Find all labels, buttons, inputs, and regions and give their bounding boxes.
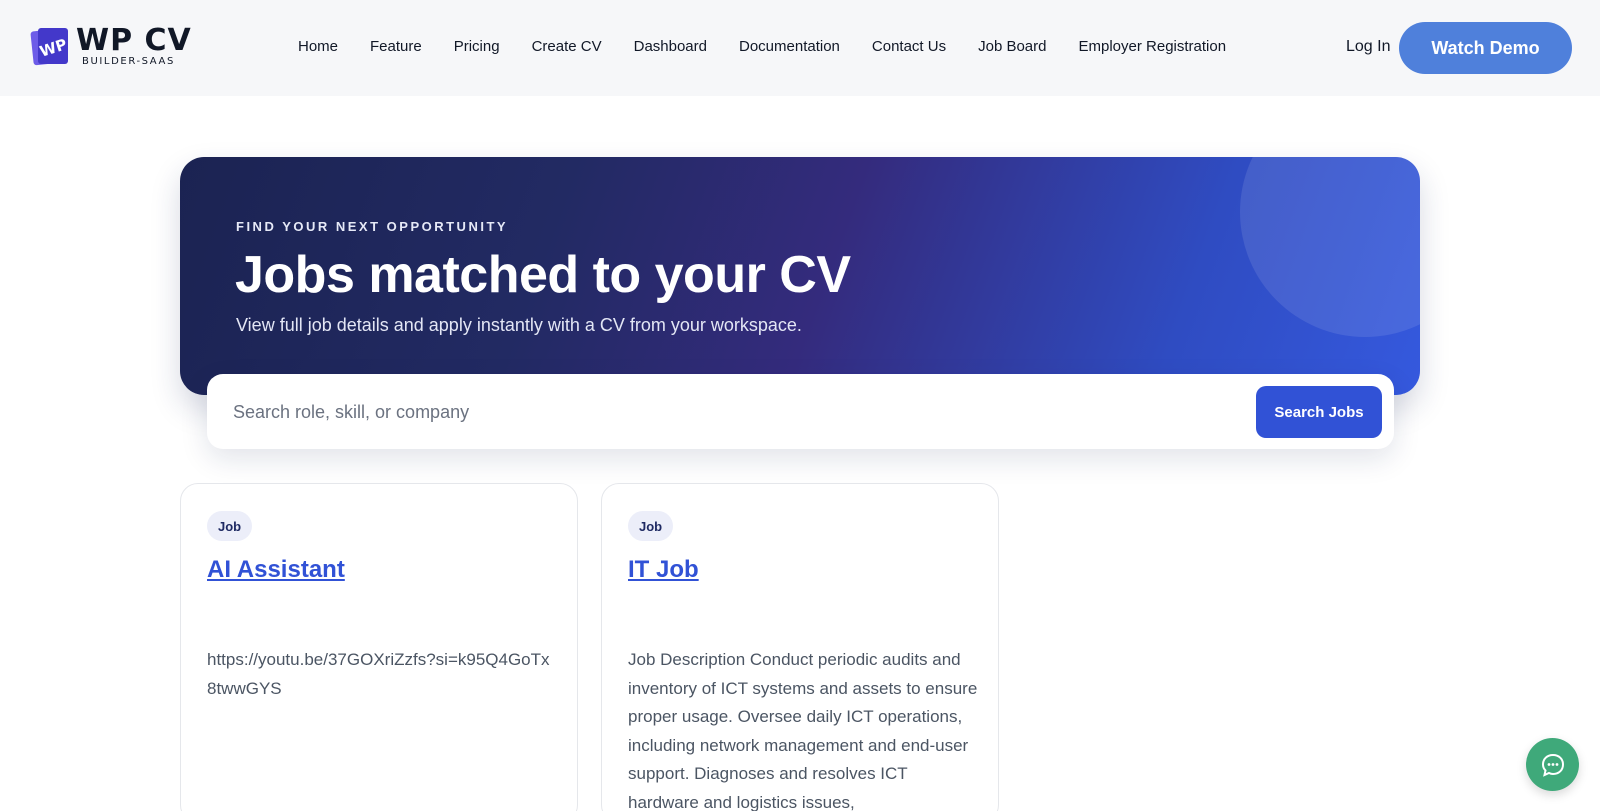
nav-dashboard[interactable]: Dashboard [634,38,707,55]
job-type-badge: Job [628,511,674,541]
job-card: Job IT Job Job Description Conduct perio… [601,483,999,811]
main-nav: Home Feature Pricing Create CV Dashboard… [298,38,1258,55]
nav-documentation[interactable]: Documentation [739,38,840,55]
job-title-link[interactable]: IT Job [628,556,699,584]
logo-tagline: BUILDER-SAAS [82,56,175,67]
search-bar: Search Jobs [207,374,1394,449]
chat-button[interactable] [1526,738,1579,791]
page-title: Jobs matched to your CV [235,246,851,304]
logo-name: WP CV [76,23,192,58]
job-description: https://youtu.be/37GOXriZzfs?si=k95Q4GoT… [207,650,550,698]
nav-home[interactable]: Home [298,38,338,55]
logo[interactable]: WP WP CV BUILDER-SAAS [30,23,200,70]
hero-banner: FIND YOUR NEXT OPPORTUNITY Jobs matched … [180,157,1420,395]
nav-pricing[interactable]: Pricing [454,38,500,55]
nav-job-board[interactable]: Job Board [978,38,1046,55]
search-jobs-button[interactable]: Search Jobs [1256,386,1382,438]
search-input[interactable] [233,392,1193,432]
hero-subtitle: View full job details and apply instantl… [236,315,802,335]
logo-mark-icon: WP [30,28,69,66]
job-card: Job AI Assistant https://youtu.be/37GOXr… [180,483,578,811]
nav-create-cv[interactable]: Create CV [532,38,602,55]
site-header: WP WP CV BUILDER-SAAS Home Feature Prici… [0,0,1600,96]
watch-demo-button[interactable]: Watch Demo [1399,22,1572,74]
nav-contact-us[interactable]: Contact Us [872,38,946,55]
nav-feature[interactable]: Feature [370,38,422,55]
chat-bubble-icon [1541,753,1564,777]
job-description: Job Description Conduct periodic audits … [628,650,978,811]
job-type-badge: Job [207,511,253,541]
login-link[interactable]: Log In [1346,38,1390,56]
nav-employer-registration[interactable]: Employer Registration [1079,38,1227,55]
job-title-link[interactable]: AI Assistant [207,556,345,584]
hero-decor-circle [1240,157,1420,337]
hero-eyebrow: FIND YOUR NEXT OPPORTUNITY [236,219,509,234]
